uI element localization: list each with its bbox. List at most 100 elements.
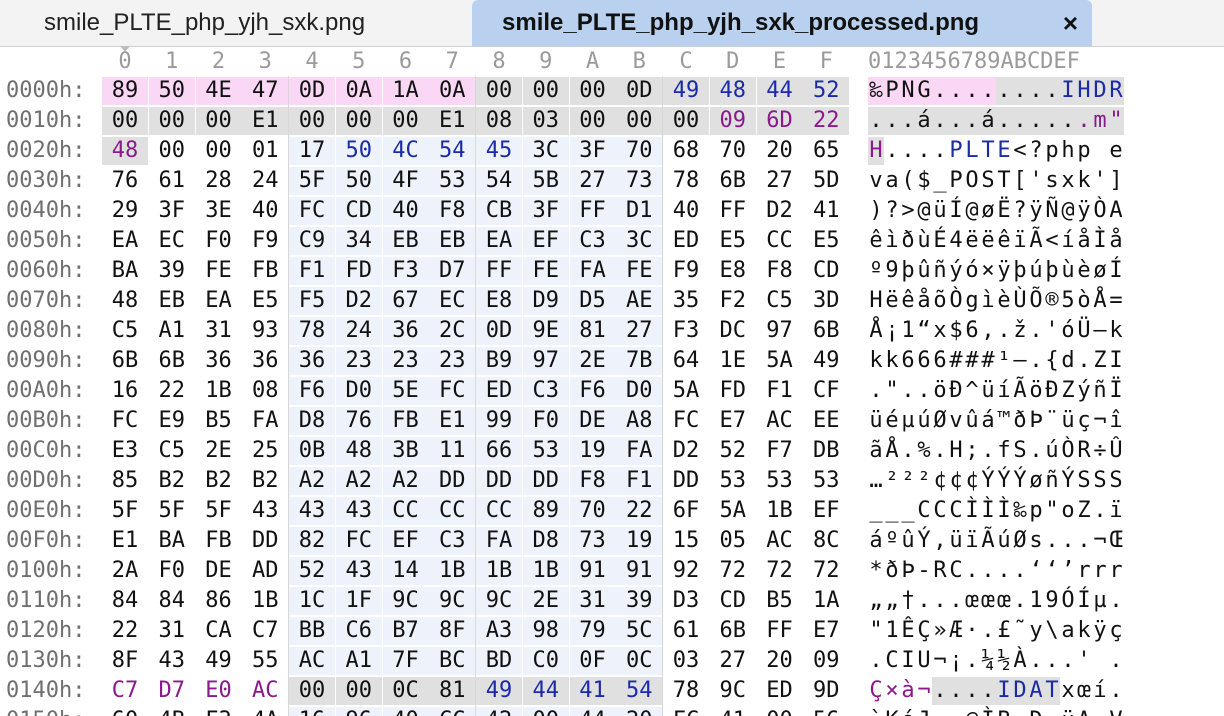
hex-byte[interactable]: E7 [710,407,756,435]
hex-byte[interactable]: F0 [522,407,569,435]
hex-byte[interactable]: 1A [382,77,429,105]
hex-byte[interactable]: 14 [382,557,429,585]
hex-byte[interactable]: 81 [429,677,476,705]
hex-byte[interactable]: BD [476,647,522,675]
hex-byte[interactable]: 08 [476,107,522,135]
hex-byte[interactable]: 6F [663,497,709,525]
hex-byte[interactable]: E0 [196,677,242,705]
hex-byte[interactable]: FA [476,527,522,555]
hex-byte[interactable]: 2C [429,317,476,345]
hex-byte[interactable]: ED [663,227,709,255]
hex-byte[interactable]: 44 [756,77,803,105]
hex-byte[interactable]: F0 [149,557,195,585]
hex-byte[interactable]: 39 [616,587,663,615]
hex-byte[interactable]: F9 [663,257,709,285]
ascii-text[interactable]: . ".. ö Ð ^ ü í Ãö Ð Zý ñ Ï [868,377,1124,405]
hex-byte[interactable]: 52 [803,77,850,105]
tab-original-file[interactable]: smile_PLTE_php_yjh_sxk.png [0,0,470,46]
hex-byte[interactable]: A1 [335,647,382,675]
hex-byte[interactable]: 8F [429,617,476,645]
hex-byte[interactable]: 6B [710,167,756,195]
hex-byte[interactable]: BA [102,257,148,285]
ascii-text[interactable]: )? > @ ü Í @ ø Ë? ÿ Ñ @ ÿ Ò A [868,197,1124,225]
hex-byte[interactable]: E1 [429,107,476,135]
hex-byte[interactable]: EF [803,497,849,525]
hex-byte[interactable]: B2 [149,467,195,495]
hex-byte[interactable]: 68 [663,137,709,165]
hex-byte[interactable]: 27 [757,167,803,195]
hex-byte[interactable]: 6B [803,317,849,345]
hex-byte[interactable]: 9C [429,587,476,615]
hex-byte[interactable]: 00 [616,107,663,135]
hex-byte[interactable]: DC [710,317,756,345]
hex-byte[interactable]: F2 [710,287,756,315]
hex-byte[interactable]: DD [429,467,476,495]
hex-byte[interactable]: 8C [803,527,849,555]
hex-byte[interactable]: AC [757,407,803,435]
hex-byte[interactable]: D2 [663,437,709,465]
hex-byte[interactable]: D1 [616,197,663,225]
hex-byte[interactable]: 53 [522,437,569,465]
hex-byte[interactable]: 00 [289,677,335,705]
hex-byte[interactable]: 49 [663,77,709,105]
hex-byte[interactable]: 2E [196,437,242,465]
hex-byte[interactable]: DE [196,557,242,585]
hex-byte[interactable]: 40 [382,707,429,716]
hex-byte[interactable]: 5B [522,167,569,195]
hex-byte[interactable]: 0C [616,647,663,675]
hex-byte[interactable]: 50 [148,77,195,105]
hex-byte[interactable]: 24 [335,317,382,345]
ascii-text[interactable]: º 9 þ û ñ ý ó × ÿ þ ú þ ù è ø Í [868,257,1124,285]
hex-byte[interactable]: AC [242,677,288,705]
hex-byte[interactable]: 1B [522,557,569,585]
hex-byte[interactable]: 78 [663,167,709,195]
ascii-text[interactable]: ê ì ð ù É 4 ë ë ê ï Ã < í å Ìå [868,227,1124,255]
hex-byte[interactable]: 97 [757,317,803,345]
hex-byte[interactable]: A3 [476,617,522,645]
hex-byte[interactable]: D8 [289,407,335,435]
hex-byte[interactable]: FC [663,407,709,435]
hex-byte[interactable]: CB [476,197,522,225]
hex-byte[interactable]: EE [803,407,849,435]
hex-byte[interactable]: 5A [757,347,803,375]
hex-byte[interactable]: B7 [382,617,429,645]
ascii-text[interactable]: . C I U ¬ ¡. ¼ ½ À... ' . [868,647,1124,675]
tab-processed-file[interactable]: smile_PLTE_php_yjh_sxk_processed.png × [472,0,1092,46]
hex-byte[interactable]: E1 [242,107,289,135]
hex-byte[interactable]: F5 [289,287,335,315]
ascii-text[interactable]: v a($ _ P O S T[' s x k '] [868,167,1124,195]
hex-byte[interactable]: D9 [522,287,569,315]
hex-byte[interactable]: 2E [569,347,616,375]
hex-byte[interactable]: 09 [709,107,756,135]
hex-byte[interactable]: 00 [382,107,429,135]
hex-byte[interactable]: 23 [382,347,429,375]
hex-byte[interactable]: 7B [616,347,663,375]
hex-byte[interactable]: 5D [803,167,849,195]
hex-byte[interactable]: CC [429,707,476,716]
hex-byte[interactable]: 48 [102,137,148,165]
hex-byte[interactable]: 27 [710,647,756,675]
hex-byte[interactable]: 7F [382,647,429,675]
hex-byte[interactable]: 19 [616,527,663,555]
hex-byte[interactable]: CC [382,497,429,525]
hex-byte[interactable]: 48 [335,437,382,465]
hex-byte[interactable]: FE [616,257,663,285]
hex-byte[interactable]: 36 [382,317,429,345]
ascii-text[interactable]: á º û Ý ‚ ü ï Ãú Øs... ¬ Œ [868,527,1124,555]
hex-byte[interactable]: E1 [429,407,476,435]
hex-byte[interactable]: B5 [196,407,242,435]
hex-byte[interactable]: E8 [710,257,756,285]
hex-byte[interactable]: CC [429,497,476,525]
hex-byte[interactable]: 5F [102,497,148,525]
hex-byte[interactable]: FF [476,257,522,285]
hex-byte[interactable]: 1A [803,587,849,615]
ascii-text[interactable]: Ç × à ¬.... I D A Tx œ í. [868,677,1124,705]
hex-byte[interactable]: EB [149,287,195,315]
hex-byte[interactable]: 23 [335,347,382,375]
hex-byte[interactable]: BB [289,617,335,645]
hex-byte[interactable]: 20 [616,707,663,716]
hex-byte[interactable]: 91 [616,557,663,585]
hex-byte[interactable]: 89 [102,77,148,105]
hex-byte[interactable]: FF [710,197,756,225]
hex-byte[interactable]: 93 [242,317,288,345]
